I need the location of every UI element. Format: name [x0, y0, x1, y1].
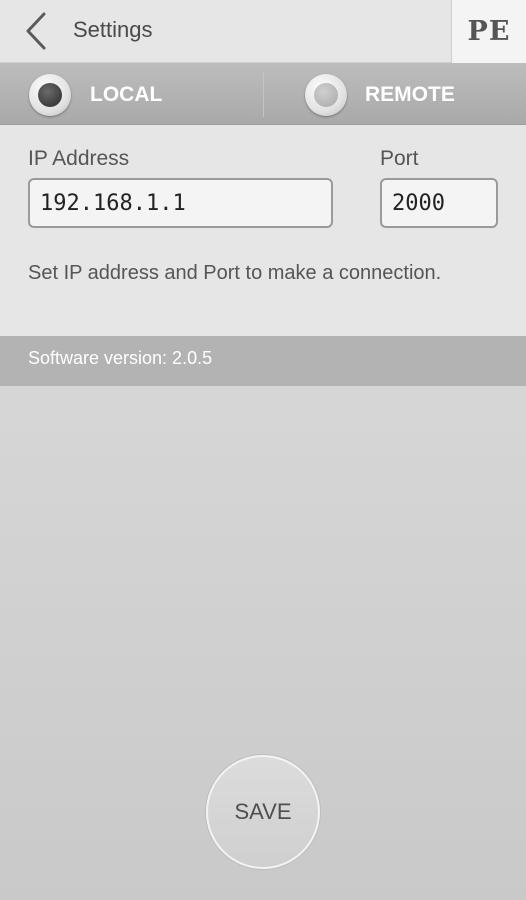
- connection-hint-text: Set IP address and Port to make a connec…: [28, 262, 442, 284]
- radio-selected-dot: [38, 83, 62, 107]
- radio-unselected-dot: [314, 83, 338, 107]
- remote-radio-button[interactable]: [305, 74, 347, 116]
- brand-logo: PE: [451, 0, 526, 63]
- back-button[interactable]: [20, 10, 56, 52]
- local-radio-label[interactable]: LOCAL: [90, 83, 162, 107]
- software-version-bar: Software version: 2.0.5: [0, 336, 526, 386]
- connection-settings-panel: IP Address Port Set IP address and Port …: [0, 125, 526, 336]
- mode-divider: [263, 71, 264, 117]
- port-input[interactable]: [380, 178, 498, 228]
- save-button[interactable]: SAVE: [206, 755, 320, 869]
- chevron-left-icon: [26, 12, 46, 50]
- connection-mode-selector: LOCAL REMOTE: [0, 63, 526, 125]
- remote-radio-label[interactable]: REMOTE: [365, 83, 455, 107]
- local-radio-button[interactable]: [29, 74, 71, 116]
- ip-address-label: IP Address: [28, 147, 130, 170]
- ip-address-input[interactable]: [28, 178, 333, 228]
- top-bar: Settings PE: [0, 0, 526, 63]
- port-label: Port: [380, 147, 419, 170]
- software-version-text: Software version: 2.0.5: [28, 348, 213, 368]
- page-title: Settings: [73, 17, 153, 42]
